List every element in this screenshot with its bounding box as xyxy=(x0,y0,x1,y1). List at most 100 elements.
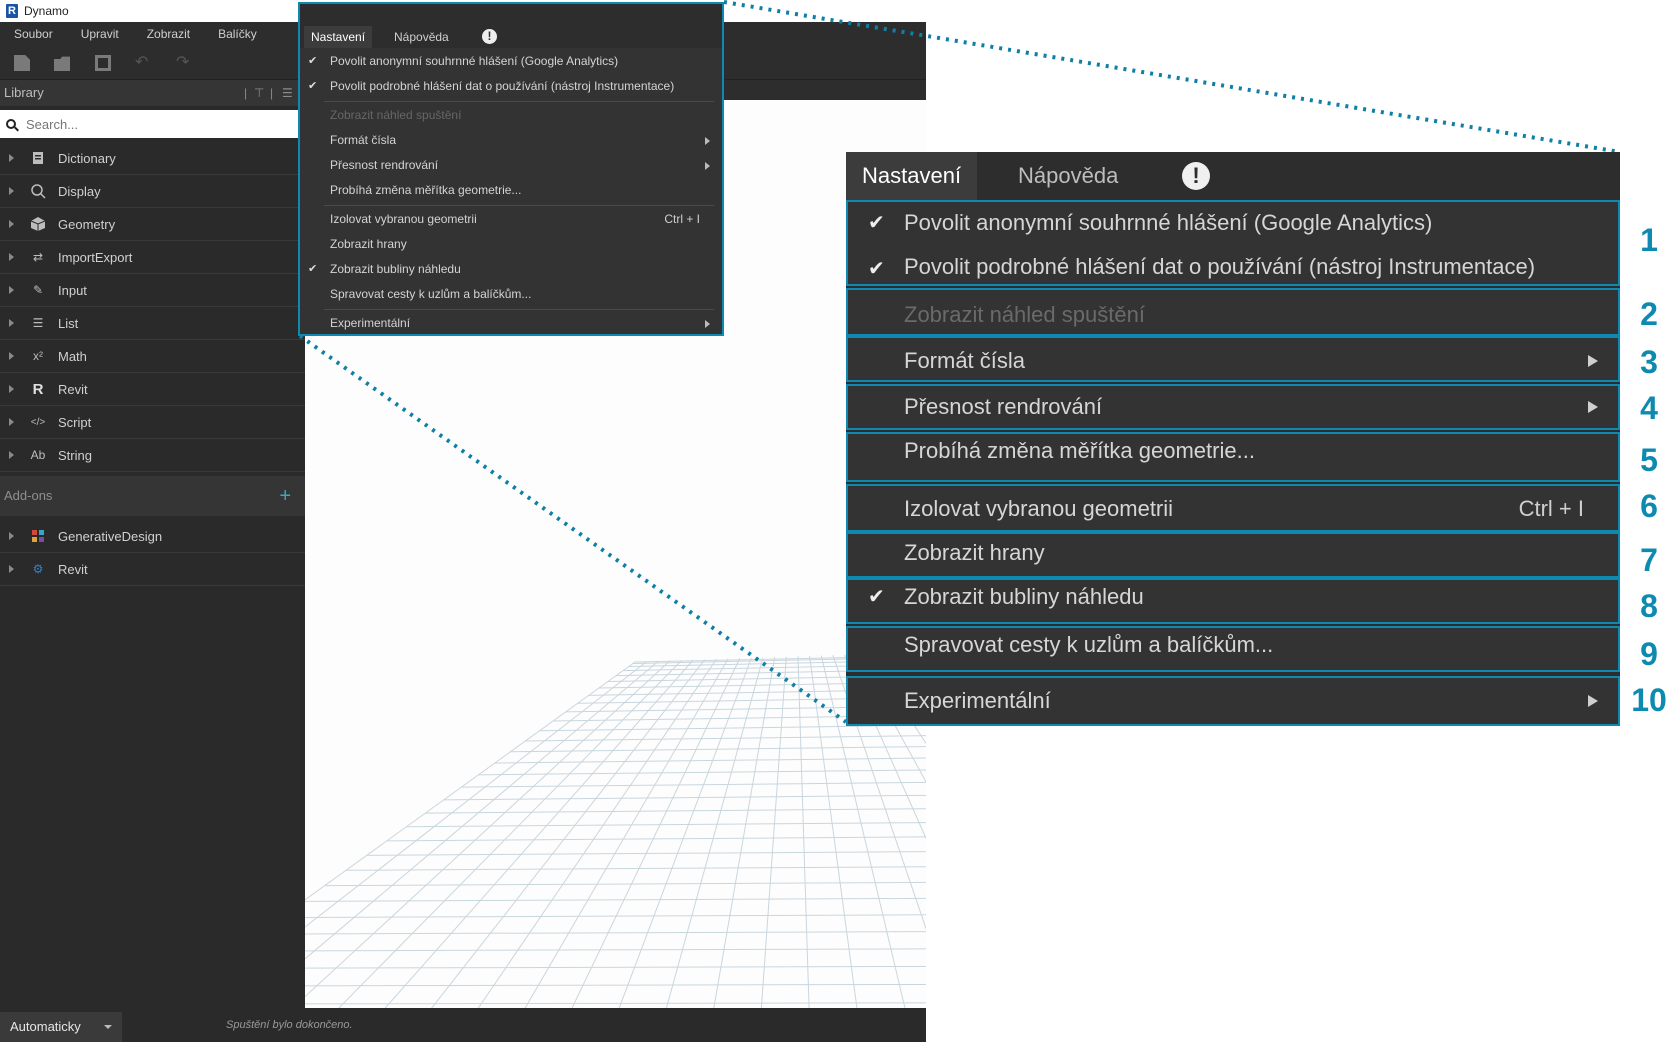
notification-icon[interactable]: ! xyxy=(1182,162,1210,190)
expand-arrow-icon[interactable] xyxy=(9,532,14,540)
menu-item-isolate-geometry[interactable]: Izolovat vybranou geometrii xyxy=(904,496,1173,522)
menu-item-google-analytics[interactable]: Povolit anonymní souhrnné hlášení (Googl… xyxy=(330,54,618,68)
submenu-arrow-icon xyxy=(705,162,710,170)
library-item-revit-addon[interactable]: ⚙ Revit xyxy=(0,553,305,586)
submenu-arrow-icon xyxy=(1588,695,1598,707)
expand-arrow-icon[interactable] xyxy=(9,451,14,459)
pencil-icon: ✎ xyxy=(32,283,44,297)
expand-arrow-icon[interactable] xyxy=(9,565,14,573)
library-layout-icon[interactable]: | xyxy=(244,80,247,106)
menu-napoveda-zoomed[interactable]: Nápověda xyxy=(1018,152,1118,200)
menu-item-render-precision[interactable]: Přesnost rendrování xyxy=(904,394,1102,420)
shortcut-label: Ctrl + I xyxy=(664,212,700,226)
submenu-arrow-icon xyxy=(705,320,710,328)
menu-item-render-precision[interactable]: Přesnost rendrování xyxy=(330,158,438,172)
menu-item-preview-bubbles[interactable]: Zobrazit bubliny náhledu xyxy=(904,584,1144,610)
search-input[interactable] xyxy=(26,116,276,132)
filter-icon[interactable]: ⊤ xyxy=(254,80,264,106)
grid-line xyxy=(305,965,926,969)
menu-item-isolate-geometry[interactable]: Izolovat vybranou geometrii xyxy=(330,212,477,226)
library-item-label: Revit xyxy=(58,561,88,577)
menu-item-instrumentation[interactable]: Povolit podrobné hlášení dat o používání… xyxy=(330,79,674,93)
open-folder-icon[interactable] xyxy=(54,56,70,71)
grid-line xyxy=(384,659,694,1008)
menu-nastaveni[interactable]: Nastavení xyxy=(304,26,373,48)
callout-number: 6 xyxy=(1640,488,1658,524)
library-item-generativedesign[interactable]: GenerativeDesign xyxy=(0,520,305,553)
menu-item-show-run-preview: Zobrazit náhled spuštění xyxy=(904,302,1145,327)
grid-line xyxy=(338,660,682,1008)
run-mode-dropdown[interactable]: Automaticky xyxy=(0,1012,122,1042)
cube-icon xyxy=(30,216,46,232)
menu-separator xyxy=(324,205,714,206)
library-item-script[interactable]: </> Script xyxy=(0,406,305,439)
expand-arrow-icon[interactable] xyxy=(9,385,14,393)
notification-icon[interactable]: ! xyxy=(482,29,497,44)
expand-arrow-icon[interactable] xyxy=(9,187,14,195)
menu-item-show-edges[interactable]: Zobrazit hrany xyxy=(904,540,1045,566)
menu-balicky[interactable]: Balíčky xyxy=(204,22,271,46)
library-item-dictionary[interactable]: Dictionary xyxy=(0,142,305,175)
menu-item-number-format[interactable]: Formát čísla xyxy=(904,348,1025,374)
menu-item-geometry-scaling[interactable]: Probíhá změna měřítka geometrie... xyxy=(904,438,1255,464)
library-item-list[interactable]: ☰ List xyxy=(0,307,305,340)
addons-header: Add-ons + xyxy=(0,476,305,516)
undo-icon[interactable]: ↶ xyxy=(135,55,151,71)
expand-arrow-icon[interactable] xyxy=(9,253,14,261)
menu-item-show-run-preview: Zobrazit náhled spuštění xyxy=(330,108,462,122)
menu-item-experimental[interactable]: Experimentální xyxy=(904,688,1051,714)
expand-arrow-icon[interactable] xyxy=(9,352,14,360)
library-header: Library | ⊤ | ☰ xyxy=(0,80,305,106)
new-file-icon[interactable] xyxy=(14,55,30,71)
dynamo-logo-icon: R xyxy=(6,4,18,18)
expand-arrow-icon[interactable] xyxy=(9,418,14,426)
zoomed-row-geometry-scaling: Probíhá změna měřítka geometrie... xyxy=(846,432,1620,482)
menu-upravit[interactable]: Upravit xyxy=(67,22,133,46)
grid-line xyxy=(324,881,926,887)
check-icon: ✔ xyxy=(868,212,885,234)
expand-arrow-icon[interactable] xyxy=(9,154,14,162)
status-bar: Automaticky Spuštění bylo dokončeno. xyxy=(0,1008,926,1042)
menu-item-show-edges[interactable]: Zobrazit hrany xyxy=(330,237,407,251)
add-package-icon[interactable]: + xyxy=(279,476,291,516)
list-view-icon[interactable]: ☰ xyxy=(282,80,293,106)
library-item-label: String xyxy=(58,447,92,463)
run-mode-value: Automaticky xyxy=(10,1019,81,1034)
library-item-revit[interactable]: R Revit xyxy=(0,373,305,406)
library-item-label: GenerativeDesign xyxy=(58,528,163,544)
menu-item-number-format[interactable]: Formát čísla xyxy=(330,133,396,147)
menu-item-google-analytics[interactable]: Povolit anonymní souhrnné hlášení (Googl… xyxy=(904,210,1432,236)
addons-title: Add-ons xyxy=(4,488,53,503)
menu-item-manage-paths[interactable]: Spravovat cesty k uzlům a balíčkům... xyxy=(330,287,531,301)
save-icon[interactable] xyxy=(95,55,111,71)
check-icon: ✔ xyxy=(868,258,885,280)
revit-r-icon: R xyxy=(32,380,44,398)
callout-number: 1 xyxy=(1640,222,1658,258)
library-item-display[interactable]: Display xyxy=(0,175,305,208)
expand-arrow-icon[interactable] xyxy=(9,286,14,294)
library-item-geometry[interactable]: Geometry xyxy=(0,208,305,241)
menu-item-manage-paths[interactable]: Spravovat cesty k uzlům a balíčkům... xyxy=(904,632,1273,658)
library-panel: Library | ⊤ | ☰ Dictionary Display Geome… xyxy=(0,80,305,1008)
library-item-importexport[interactable]: ⇄ ImportExport xyxy=(0,241,305,274)
library-item-label: Dictionary xyxy=(58,150,116,166)
grid-line xyxy=(345,866,926,871)
menu-item-experimental[interactable]: Experimentální xyxy=(330,316,410,330)
expand-arrow-icon[interactable] xyxy=(9,220,14,228)
search-box[interactable] xyxy=(0,110,298,138)
expand-arrow-icon[interactable] xyxy=(9,319,14,327)
grid-line xyxy=(305,931,926,935)
library-item-input[interactable]: ✎ Input xyxy=(0,274,305,307)
library-item-string[interactable]: Ab String xyxy=(0,439,305,472)
menu-soubor[interactable]: Soubor xyxy=(0,22,67,46)
app-title: Dynamo xyxy=(24,4,69,18)
menu-item-instrumentation[interactable]: Povolit podrobné hlášení dat o používání… xyxy=(904,254,1535,280)
library-item-math[interactable]: x² Math xyxy=(0,340,305,373)
menu-item-preview-bubbles[interactable]: Zobrazit bubliny náhledu xyxy=(330,262,461,276)
menu-zobrazit[interactable]: Zobrazit xyxy=(133,22,204,46)
zoomed-row-isolate: Izolovat vybranou geometrii Ctrl + I xyxy=(846,484,1620,532)
menu-item-geometry-scaling[interactable]: Probíhá změna měřítka geometrie... xyxy=(330,183,521,197)
redo-icon[interactable]: ↷ xyxy=(176,55,192,71)
menu-napoveda[interactable]: Nápověda xyxy=(394,26,449,48)
menu-nastaveni-zoomed[interactable]: Nastavení xyxy=(846,152,978,200)
